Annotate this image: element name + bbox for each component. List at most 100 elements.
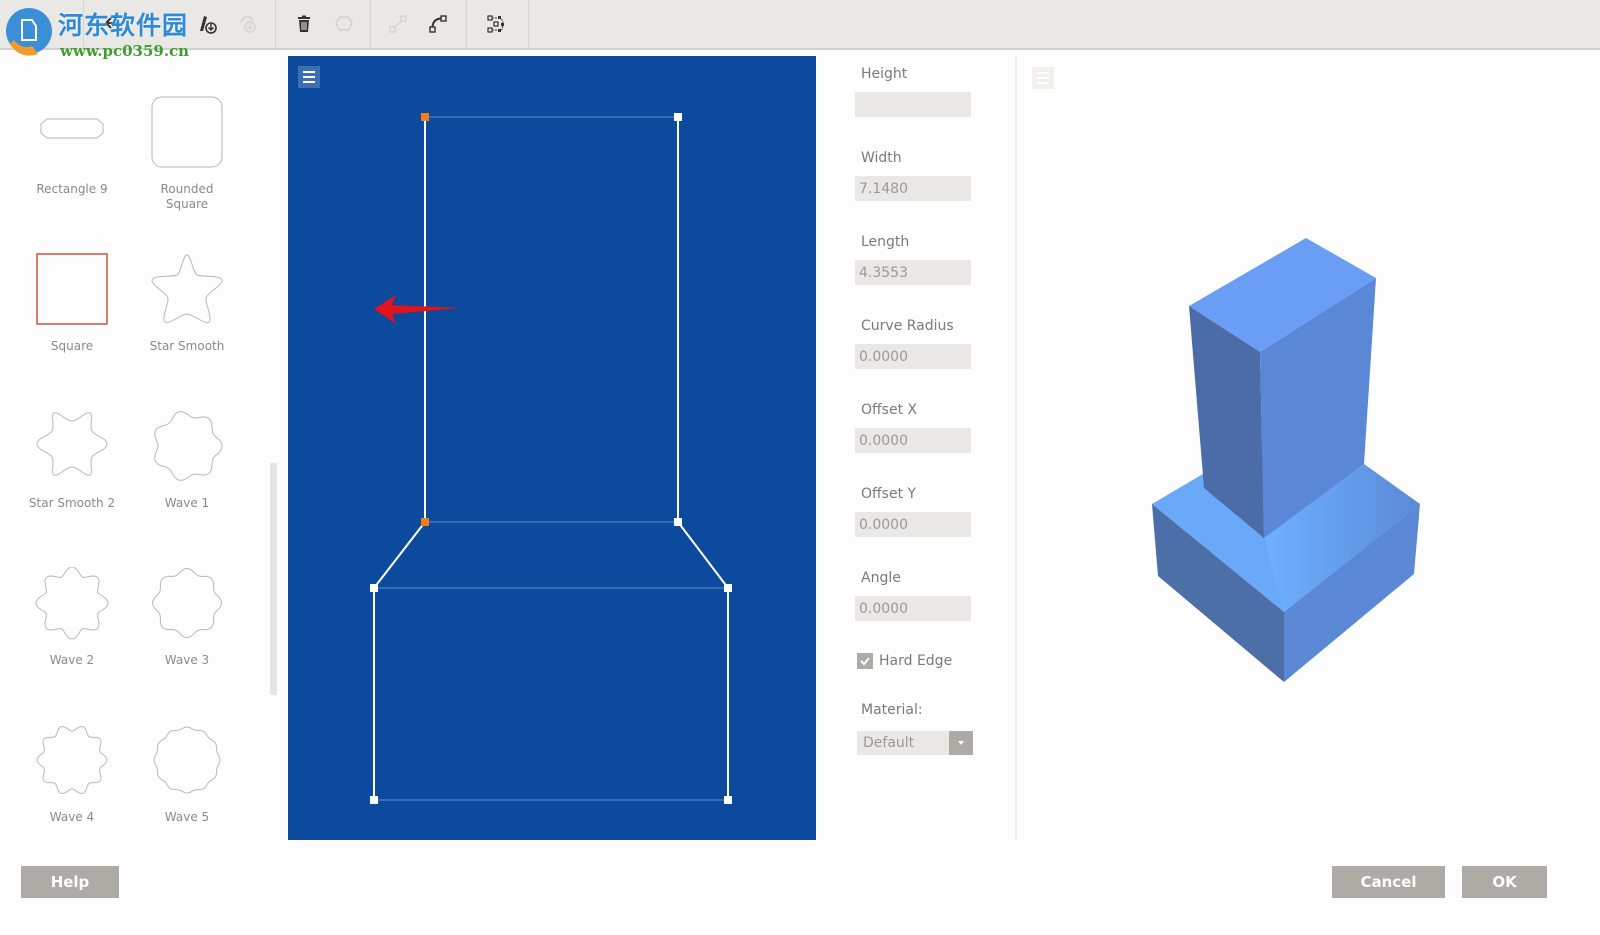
offset-y-input[interactable] (855, 512, 971, 537)
reset-button[interactable] (330, 10, 358, 38)
chevron-down-icon[interactable] (949, 731, 973, 755)
shape-label: Wave 5 (164, 810, 210, 824)
wave-outline (151, 567, 223, 639)
star-smooth-shape-icon (151, 254, 223, 324)
material-field-group: Material: (855, 702, 1005, 718)
undo-icon (105, 17, 120, 29)
annotation-arrow-icon (374, 295, 461, 324)
wave-outline (35, 567, 109, 640)
profile-left-edge[interactable] (373, 117, 426, 800)
shape-label: Wave 3 (164, 653, 210, 667)
straight-segment-button[interactable] (384, 10, 412, 38)
edit-points-icon (487, 15, 504, 33)
material-label: Material: (861, 702, 923, 718)
control-point[interactable] (724, 584, 732, 592)
shape-label: Star Smooth (149, 339, 225, 353)
reset-icon (335, 16, 353, 31)
height-input[interactable] (855, 92, 971, 117)
3d-model-render (1152, 238, 1420, 682)
cancel-button[interactable]: Cancel (1332, 866, 1445, 898)
undo-button[interactable] (98, 10, 126, 38)
hard-edge-checkbox[interactable] (857, 653, 873, 669)
checkmark-icon (860, 657, 870, 666)
shape-item-star-smooth-2[interactable]: Star Smooth 2 (17, 410, 127, 560)
curve-segment-icon (429, 15, 447, 33)
profile-right-edge[interactable] (677, 117, 729, 800)
control-point[interactable] (674, 518, 682, 526)
angle-input[interactable] (855, 596, 971, 621)
angle-label: Angle (861, 570, 901, 586)
angle-field-group: Angle (855, 570, 1005, 621)
square-shape-icon (36, 253, 108, 325)
panel-divider (1015, 56, 1017, 840)
offset-x-field-group: Offset X (855, 402, 1005, 453)
wave-5-shape-icon (153, 726, 221, 794)
control-point[interactable] (370, 584, 378, 592)
control-point-selected[interactable] (421, 518, 429, 526)
shape-item-rounded-square[interactable]: Rounded Square (132, 96, 242, 246)
shape-item-rectangle-9[interactable]: Rectangle 9 (17, 96, 127, 246)
rectangle-9-shape-icon (40, 118, 104, 139)
shape-item-wave-1[interactable]: Wave 1 (132, 410, 242, 560)
control-point[interactable] (370, 796, 378, 804)
shape-item-wave-3[interactable]: Wave 3 (132, 567, 242, 717)
shape-label: Wave 4 (49, 810, 95, 824)
ok-button[interactable]: OK (1462, 866, 1547, 898)
control-point-selected[interactable] (421, 113, 429, 121)
offset-y-field-group: Offset Y (855, 486, 1005, 537)
star-smooth-2-shape-icon (36, 412, 108, 476)
profile-canvas[interactable] (288, 56, 816, 840)
offset-y-label: Offset Y (861, 486, 917, 502)
shape-item-wave-2[interactable]: Wave 2 (17, 567, 127, 717)
trash-icon (298, 15, 310, 32)
wave-outline (153, 726, 221, 794)
width-label: Width (861, 150, 902, 166)
material-select-value: Default (863, 735, 915, 751)
hard-edge-label: Hard Edge (879, 653, 953, 669)
wave-outline (36, 726, 108, 794)
shape-label: Wave 2 (49, 653, 95, 667)
shape-label: Square (50, 339, 94, 353)
offset-x-input[interactable] (855, 428, 971, 453)
height-field-group: Height (855, 66, 1005, 117)
load-shape-icon (240, 16, 256, 33)
curve-radius-label: Curve Radius (861, 318, 954, 334)
import-shape-button[interactable] (6, 10, 34, 38)
library-scrollbar[interactable] (270, 463, 277, 695)
import-icon (14, 16, 26, 32)
wave-2-shape-icon (35, 567, 109, 640)
length-input[interactable] (855, 260, 971, 285)
profile-drawing (370, 113, 732, 804)
width-input[interactable] (855, 176, 971, 201)
width-field-group: Width (855, 150, 1005, 201)
shape-item-wave-5[interactable]: Wave 5 (132, 724, 242, 874)
shape-label: Rounded Square (160, 182, 214, 211)
shape-item-wave-4[interactable]: Wave 4 (17, 724, 127, 874)
length-label: Length (861, 234, 910, 250)
control-point[interactable] (724, 796, 732, 804)
hard-edge-checkbox-row[interactable]: Hard Edge (857, 653, 952, 669)
offset-x-label: Offset X (861, 402, 918, 418)
shape-label: Star Smooth 2 (28, 496, 116, 510)
material-select[interactable]: Default (857, 731, 973, 755)
wave-1-shape-icon (154, 411, 223, 481)
wave-3-shape-icon (151, 567, 223, 639)
shape-item-square[interactable]: Square (17, 253, 127, 403)
load-shape-button[interactable] (234, 10, 262, 38)
curve-radius-input[interactable] (855, 344, 971, 369)
rounded-square-shape-icon (151, 96, 223, 168)
curve-radius-field-group: Curve Radius (855, 318, 1005, 369)
control-point[interactable] (674, 113, 682, 121)
length-field-group: Length (855, 234, 1005, 285)
3d-preview[interactable] (1018, 56, 1600, 840)
curve-segment-button[interactable] (424, 10, 452, 38)
shape-item-star-smooth[interactable]: Star Smooth (132, 253, 242, 403)
height-label: Height (861, 66, 908, 82)
help-button[interactable]: Help (21, 866, 119, 898)
shape-label: Wave 1 (164, 496, 210, 510)
save-shape-button[interactable] (194, 10, 222, 38)
wave-4-shape-icon (36, 726, 108, 794)
save-shape-icon (200, 16, 217, 34)
edit-points-button[interactable] (482, 10, 510, 38)
delete-button[interactable] (290, 10, 318, 38)
